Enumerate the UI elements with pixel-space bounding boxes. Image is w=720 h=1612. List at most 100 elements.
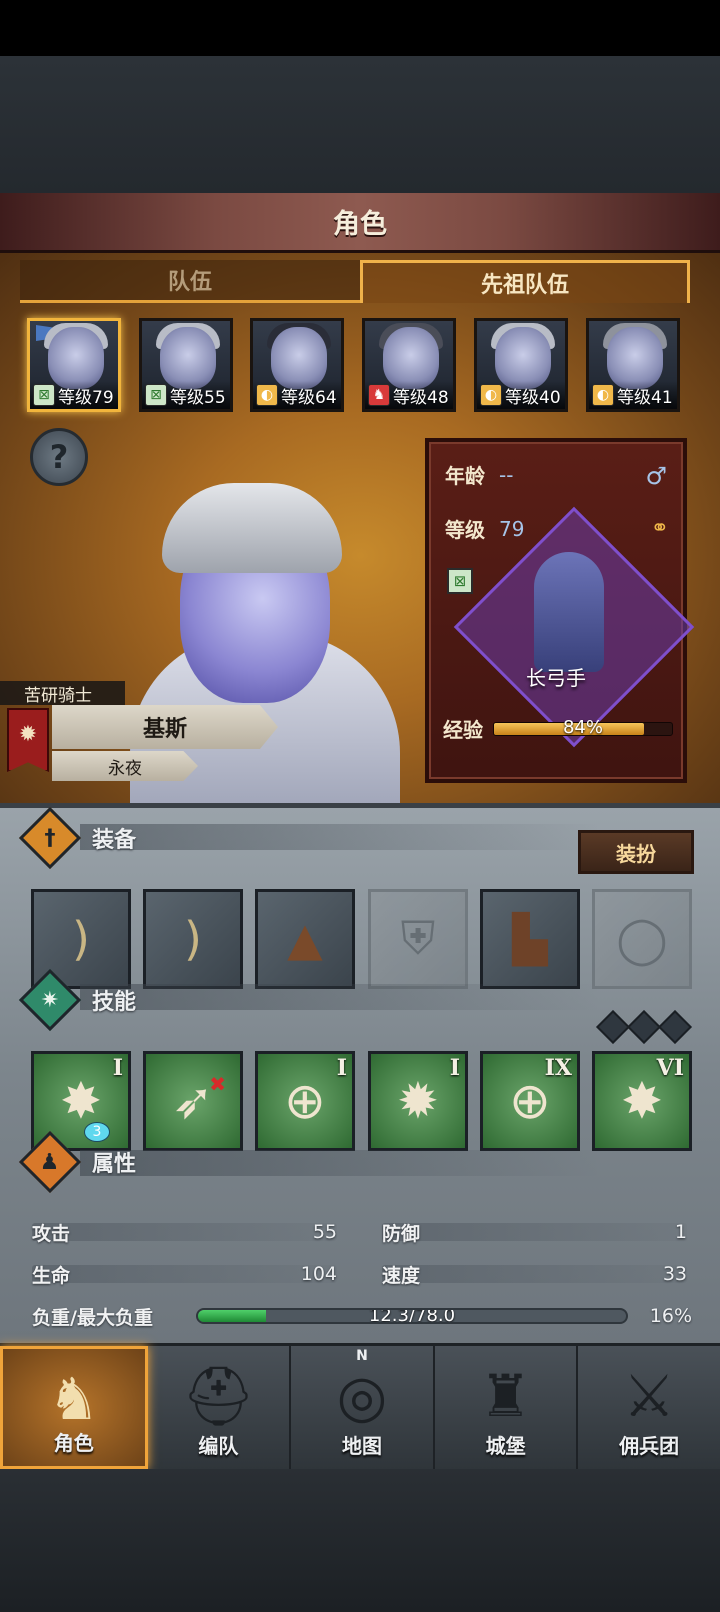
member-level: 等级64 <box>281 387 337 408</box>
member-portrait <box>495 327 551 389</box>
tab-team[interactable]: 队伍 <box>20 260 360 303</box>
stat-speed: 速度 33 <box>382 1261 687 1287</box>
party-member-6[interactable]: ◐ 等级41 <box>586 318 680 412</box>
member-portrait <box>48 327 104 389</box>
load-label: 负重/最大负重 <box>32 1306 153 1329</box>
bow-class-icon: ⊠ <box>447 568 473 594</box>
exp-text: 84% <box>562 716 603 738</box>
attributes-label: 属性 <box>92 1152 137 1177</box>
equip-slot-head[interactable]: ▲ <box>255 889 355 989</box>
character-area: 队伍 先祖队伍 ⊠ 等级79 ⊠ 等级55 ◐ 等级64 ♞ 等级48 ◐ 等级40 ◐ 等… <box>0 253 720 803</box>
skill-5[interactable]: ⊕ IX <box>480 1051 580 1151</box>
exp-label: 经验 <box>443 718 483 742</box>
hero-name: 基斯 <box>52 705 278 749</box>
helmet-icon: ⛑ <box>181 1362 256 1430</box>
party-member-5[interactable]: ◐ 等级40 <box>474 318 568 412</box>
skill-6[interactable]: ✸ VI <box>592 1051 692 1151</box>
bow-horse-icon: ➶ <box>172 1072 214 1130</box>
nav-mercenary[interactable]: ⚔ 佣兵团 <box>578 1346 720 1469</box>
age-value: -- <box>499 462 514 487</box>
top-background <box>0 56 720 193</box>
speed-label: 速度 <box>382 1264 421 1287</box>
member-level: 等级79 <box>58 387 114 408</box>
shield-class-icon: ◐ <box>256 384 278 406</box>
gem-icon <box>658 1010 692 1044</box>
beast-class-icon: ♞ <box>368 384 390 406</box>
dress-button[interactable]: 装扮 <box>578 830 694 874</box>
tab-ancestor-team[interactable]: 先祖队伍 <box>360 260 690 303</box>
attack-value: 55 <box>312 1221 337 1243</box>
mercenary-icon: ⚔ <box>623 1362 676 1430</box>
equip-slot-body[interactable]: ⛨ <box>368 889 468 989</box>
help-button[interactable]: ? <box>30 428 88 486</box>
castle-icon: ♜ <box>479 1362 532 1430</box>
bow-class-icon: ⊠ <box>33 384 55 406</box>
speed-value: 33 <box>662 1263 687 1285</box>
nav-castle[interactable]: ♜ 城堡 <box>435 1346 579 1469</box>
stat-attack: 攻击 55 <box>32 1219 337 1245</box>
nav-formation[interactable]: ⛑ 编队 <box>148 1346 292 1469</box>
skill-rank: IX <box>544 1055 572 1081</box>
hero-subtitle: 永夜 <box>52 751 198 781</box>
party-member-2[interactable]: ⊠ 等级55 <box>139 318 233 412</box>
skill-2[interactable]: ➶ ✖ <box>143 1051 243 1151</box>
skill-rank: I <box>336 1055 347 1081</box>
attributes-header: ♟ 属性 <box>18 1130 137 1194</box>
member-portrait <box>607 327 663 389</box>
equip-slot-ring[interactable]: ◯ <box>592 889 692 989</box>
age-label: 年龄 <box>445 464 485 488</box>
skill-rank: I <box>112 1055 123 1081</box>
member-level: 等级41 <box>617 387 673 408</box>
disabled-x-icon: ✖ <box>209 1072 226 1096</box>
nav-map[interactable]: ◎ N 地图 <box>291 1346 435 1469</box>
skill-4[interactable]: ✹ I <box>368 1051 468 1151</box>
member-portrait <box>383 327 439 389</box>
hero-title: 苦研骑士 <box>0 681 125 706</box>
hp-label: 生命 <box>32 1264 71 1287</box>
party-member-1[interactable]: ⊠ 等级79 <box>27 318 121 412</box>
hero-info-panel: 年龄 -- ♂ 等级 79 ⚭ ⊠ 长弓手 经验 84% <box>425 438 695 783</box>
level-value: 79 <box>499 516 525 541</box>
member-level: 等级55 <box>170 387 226 408</box>
skill-rank: VI <box>656 1055 684 1081</box>
equip-slot-offhand[interactable]: ) <box>143 889 243 989</box>
member-level: 等级40 <box>505 387 561 408</box>
nav-label: 角色 <box>53 1431 94 1455</box>
hood-icon: ▲ <box>287 912 323 966</box>
sun-banner-icon: ✹ <box>7 708 49 772</box>
dagger-icon: † <box>18 806 82 870</box>
gem-icon <box>627 1010 661 1044</box>
equip-slot-boots[interactable]: ▙ <box>480 889 580 989</box>
shield-class-icon: ◐ <box>592 384 614 406</box>
nav-label: 城堡 <box>485 1434 526 1458</box>
ring-icon[interactable]: ⚭ <box>651 516 669 541</box>
skill-3[interactable]: ⊕ I <box>255 1051 355 1151</box>
equipment-header: † 装备 <box>18 806 136 870</box>
party-member-4[interactable]: ♞ 等级48 <box>362 318 456 412</box>
attack-label: 攻击 <box>32 1222 71 1245</box>
nav-label: 佣兵团 <box>619 1434 680 1458</box>
bow-class-icon: ⊠ <box>145 384 167 406</box>
bottom-background <box>0 1469 720 1612</box>
skills-label: 技能 <box>92 990 137 1015</box>
boots-icon: ▙ <box>512 912 548 966</box>
defense-value: 1 <box>674 1221 687 1243</box>
load-bar: 12.3/78.0 <box>196 1308 628 1324</box>
member-level: 等级48 <box>393 387 449 408</box>
nav-label: 地图 <box>341 1434 382 1458</box>
bottom-nav: ♞ 角色 ⛑ 编队 ◎ N 地图 ♜ 城堡 ⚔ 佣兵团 <box>0 1343 720 1469</box>
nav-character[interactable]: ♞ 角色 <box>0 1346 148 1469</box>
compass-north: N <box>356 1348 368 1364</box>
exp-bar: 84% <box>493 717 673 738</box>
stat-defense: 防御 1 <box>382 1219 687 1245</box>
knight-icon: ♞ <box>47 1365 100 1433</box>
party-member-3[interactable]: ◐ 等级64 <box>250 318 344 412</box>
load-text: 12.3/78.0 <box>368 1308 456 1324</box>
gem-icon <box>596 1010 630 1044</box>
star-icon: ✷ <box>18 968 82 1032</box>
armor-icon: ⛨ <box>400 911 436 965</box>
member-portrait <box>160 327 216 389</box>
title-bar: 角色 <box>0 193 720 253</box>
class-figure <box>534 552 604 672</box>
skill-rank: I <box>449 1055 460 1081</box>
